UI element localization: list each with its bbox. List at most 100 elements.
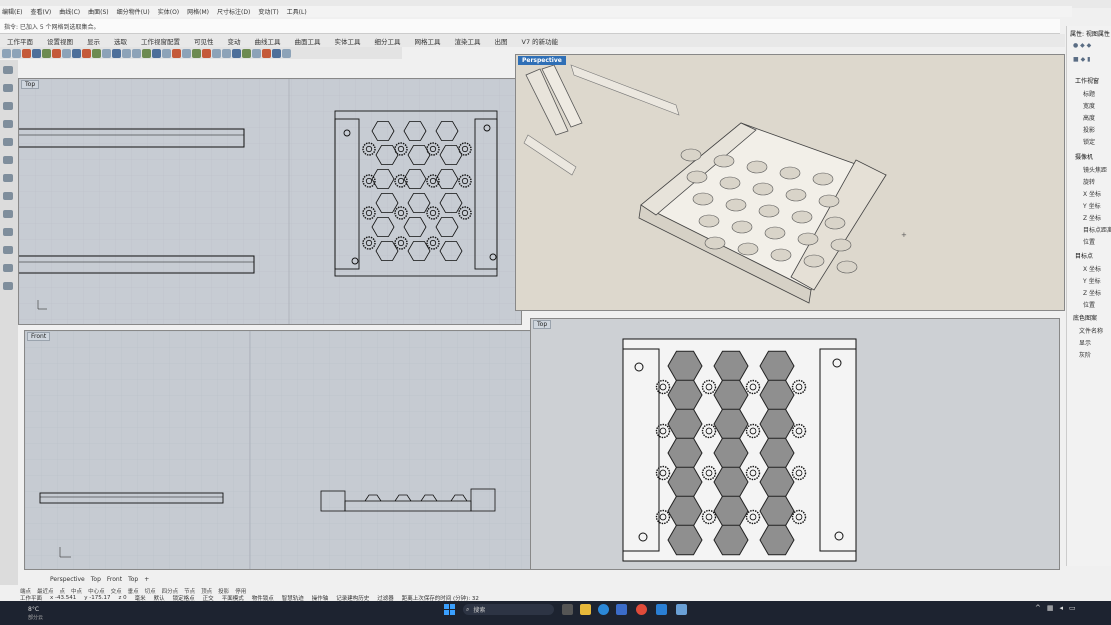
field-show[interactable]: 显示 (1079, 338, 1091, 347)
field-grayscale[interactable]: 灰阶 (1079, 350, 1091, 359)
tab-drafting[interactable]: 出图 (488, 35, 515, 47)
render-icon[interactable] (252, 48, 261, 58)
camera-icon[interactable]: ■ ◆ ▮ (1073, 56, 1090, 63)
view-tab-perspective[interactable]: Perspective (50, 576, 85, 583)
view-tab-top[interactable]: Top (91, 576, 101, 583)
windows-start-icon[interactable] (444, 604, 455, 615)
point-icon[interactable] (3, 84, 13, 92)
zoom-extents-icon[interactable] (122, 48, 131, 58)
store-icon[interactable] (616, 604, 627, 615)
save-icon[interactable] (22, 48, 31, 58)
edge-icon[interactable] (598, 604, 609, 615)
properties-icons[interactable]: ● ◆ ◆ (1073, 42, 1091, 49)
copy-icon[interactable] (52, 48, 61, 58)
zoom-icon[interactable] (102, 48, 111, 58)
menu-item-surface[interactable]: 曲面(S) (88, 7, 109, 16)
viewport-label-front[interactable]: Front (27, 332, 51, 341)
tab-cplane[interactable]: 工作平面 (0, 35, 40, 47)
tab-render-tools[interactable]: 渲染工具 (448, 35, 488, 47)
light-icon[interactable] (192, 48, 201, 58)
field-target-location[interactable]: 位置 (1083, 300, 1095, 309)
polyline-icon[interactable] (3, 102, 13, 110)
viewport-front[interactable]: Front (24, 330, 531, 570)
surface-icon[interactable] (3, 210, 13, 218)
menu-item-dimension[interactable]: 尺寸标注(D) (217, 7, 250, 16)
select-icon[interactable] (3, 66, 13, 74)
menu-item-edit[interactable]: 编辑(E) (2, 7, 22, 16)
four-view-icon[interactable] (152, 48, 161, 58)
task-view-icon[interactable] (562, 604, 573, 615)
menu-item-tools[interactable]: 工具(L) (287, 7, 307, 16)
paste-icon[interactable] (62, 48, 71, 58)
chevron-up-icon[interactable]: ^ (1035, 604, 1041, 612)
tab-set-view[interactable]: 设置视图 (40, 35, 80, 47)
grid-snap-icon[interactable] (172, 48, 181, 58)
cplane-icon[interactable] (162, 48, 171, 58)
rotate-view-icon[interactable] (92, 48, 101, 58)
viewport-label-top[interactable]: Top (21, 80, 40, 89)
material-icon[interactable] (242, 48, 251, 58)
rhino-icon[interactable] (676, 604, 687, 615)
menu-item-mesh[interactable]: 网格(M) (187, 7, 209, 16)
ghosted-icon[interactable] (232, 48, 241, 58)
field-filename[interactable]: 文件名称 (1079, 326, 1103, 335)
toolbar-layout-icon[interactable] (272, 48, 281, 58)
volume-icon[interactable]: ◂ (1060, 604, 1064, 612)
points-icon[interactable] (182, 48, 191, 58)
shaded-icon[interactable] (212, 48, 221, 58)
curve-icon[interactable] (3, 120, 13, 128)
print-icon[interactable] (32, 48, 41, 58)
zoom-window-icon[interactable] (112, 48, 121, 58)
menu-item-view[interactable]: 查看(V) (30, 7, 51, 16)
viewport-label-top-2[interactable]: Top (533, 320, 552, 329)
tab-visibility[interactable]: 可见性 (187, 35, 221, 47)
cut-icon[interactable] (42, 48, 51, 58)
rendered-icon[interactable] (222, 48, 231, 58)
tab-display[interactable]: 显示 (80, 35, 107, 47)
tab-transform[interactable]: 变动 (221, 35, 248, 47)
options-icon[interactable] (262, 48, 271, 58)
vscode-icon[interactable] (656, 604, 667, 615)
circle-icon[interactable] (3, 138, 13, 146)
viewport-top-left[interactable]: Top (18, 78, 522, 325)
viewport-perspective[interactable]: + Perspective (515, 54, 1065, 311)
lock-icon[interactable] (202, 48, 211, 58)
open-file-icon[interactable] (12, 48, 21, 58)
menu-item-curve[interactable]: 曲线(C) (59, 7, 80, 16)
file-explorer-icon[interactable] (580, 604, 591, 615)
viewport-label-perspective[interactable]: Perspective (518, 56, 566, 65)
menu-item-solid[interactable]: 实体(O) (158, 7, 179, 16)
view-tab-top-2[interactable]: Top (128, 576, 138, 583)
undo-icon[interactable] (72, 48, 81, 58)
help-icon[interactable] (282, 48, 291, 58)
tab-subd-tools[interactable]: 细分工具 (368, 35, 408, 47)
battery-icon[interactable]: ▭ (1069, 604, 1076, 612)
extrude-icon[interactable] (3, 228, 13, 236)
rectangle-icon[interactable] (3, 174, 13, 182)
tab-mesh-tools[interactable]: 网格工具 (408, 35, 448, 47)
menu-item-subd[interactable]: 细分物件(U) (117, 7, 150, 16)
tab-viewport-layout[interactable]: 工作视窗配置 (134, 35, 187, 47)
tab-solid-tools[interactable]: 实体工具 (328, 35, 368, 47)
command-history[interactable]: 指令: 已加入 5 个网格到选取集合。 (0, 19, 1060, 34)
tab-select[interactable]: 选取 (107, 35, 134, 47)
undo-view-icon[interactable] (142, 48, 151, 58)
field-camera-location[interactable]: 位置 (1083, 237, 1095, 246)
polygon-icon[interactable] (3, 192, 13, 200)
tab-v7-new[interactable]: V7 的新功能 (515, 35, 566, 47)
view-tab-front[interactable]: Front (107, 576, 122, 583)
taskbar-search[interactable]: ⌕ 搜索 (463, 604, 554, 615)
tab-surface-tools[interactable]: 曲面工具 (288, 35, 328, 47)
pan-icon[interactable] (82, 48, 91, 58)
tab-curve-tools[interactable]: 曲线工具 (248, 35, 288, 47)
new-file-icon[interactable] (2, 48, 11, 58)
box-icon[interactable] (3, 246, 13, 254)
viewport-top-right[interactable]: Top (530, 318, 1060, 570)
boolean-icon[interactable] (3, 264, 13, 272)
chrome-icon[interactable] (636, 604, 647, 615)
add-view-tab-button[interactable]: + (144, 576, 149, 583)
weather-temp[interactable]: 8°C (28, 606, 39, 613)
arc-icon[interactable] (3, 156, 13, 164)
network-icon[interactable]: ▦ (1047, 604, 1054, 612)
fillet-icon[interactable] (3, 282, 13, 290)
